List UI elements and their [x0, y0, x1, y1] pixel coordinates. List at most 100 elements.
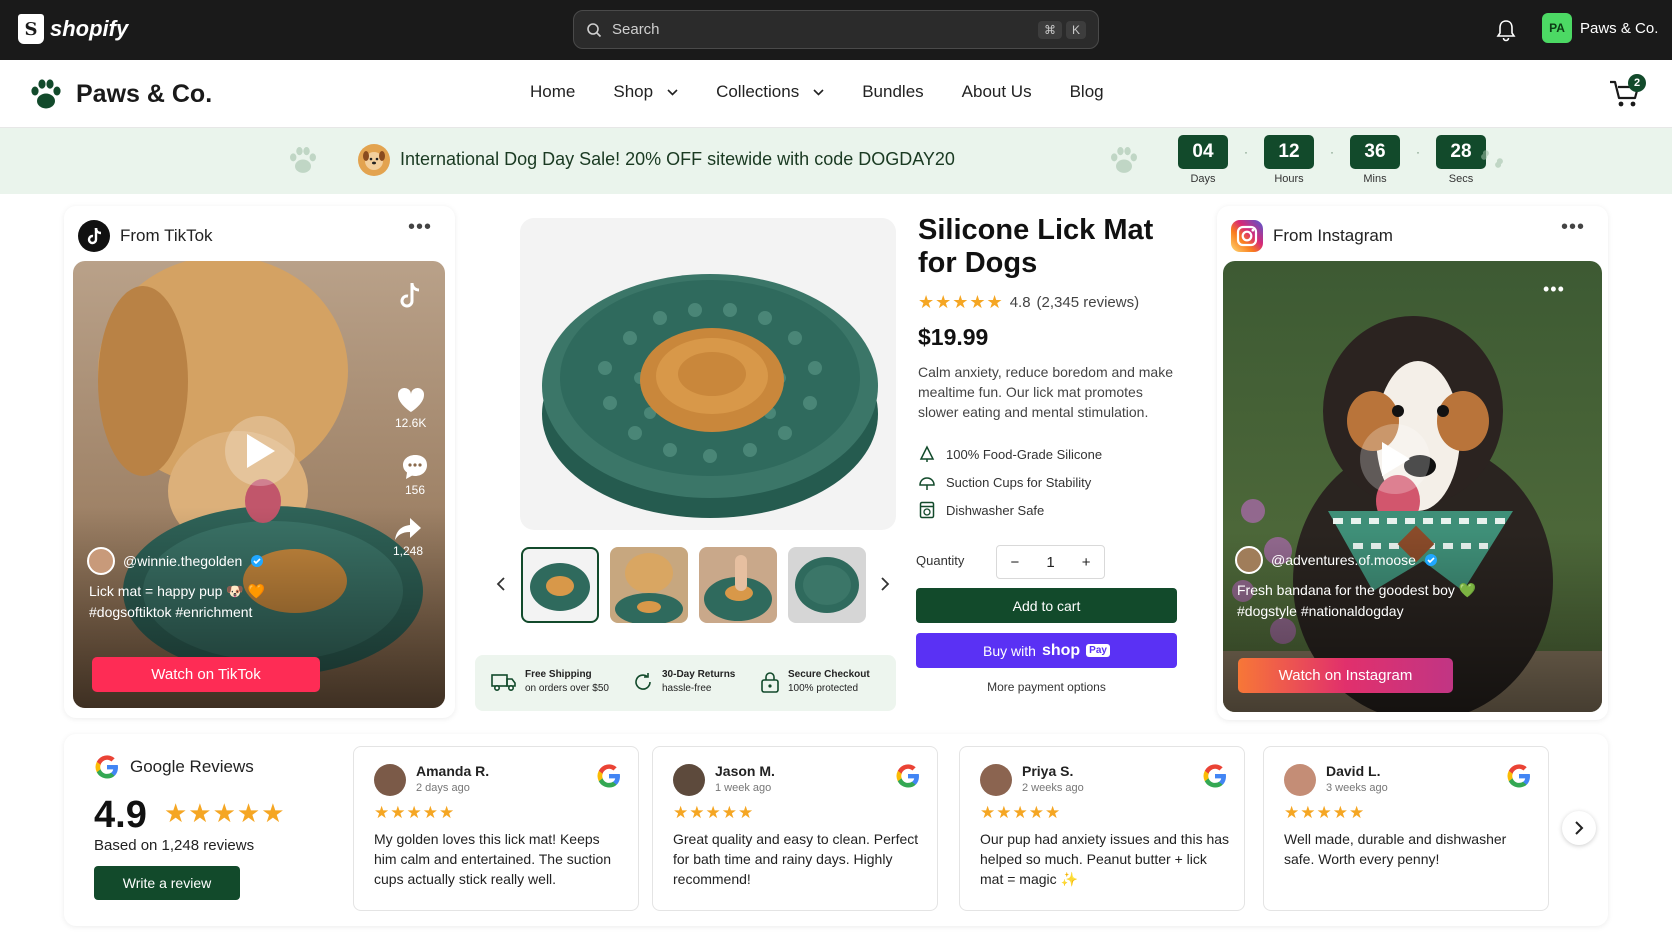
play-icon: [247, 434, 275, 468]
reviewer-avatar: [374, 764, 406, 796]
product-main-image[interactable]: [520, 218, 896, 530]
play-button[interactable]: [1360, 424, 1430, 494]
countdown-value: 36: [1350, 135, 1400, 169]
trust-free-shipping: Free Shipping on orders over $50: [491, 668, 609, 696]
reviewer-avatar: [980, 764, 1012, 796]
shop-pay-wordmark: shop: [1041, 641, 1081, 659]
thumb-mat-top-view: [530, 563, 590, 611]
dishwasher-icon: [919, 501, 935, 519]
decrease-quantity-button[interactable]: −: [1011, 554, 1020, 571]
review-text: My golden loves this lick mat! Keeps him…: [374, 831, 612, 887]
countdown-separator: ·: [1244, 145, 1248, 159]
shopify-logo[interactable]: S shopify: [18, 14, 128, 44]
admin-search-input[interactable]: Search ⌘ K: [573, 10, 1099, 49]
command-key: ⌘: [1037, 20, 1062, 39]
promo-text: International Dog Day Sale! 20% OFF site…: [400, 149, 955, 169]
share-action[interactable]: 1,248: [393, 516, 423, 558]
tiktok-video[interactable]: 12.6K 156 1,248 @winnie.thegolden Lick m…: [73, 261, 445, 708]
add-to-cart-button[interactable]: Add to cart: [916, 588, 1177, 623]
reviews-title: Google Reviews: [130, 757, 254, 776]
like-action[interactable]: 12.6K: [395, 386, 426, 430]
instagram-logo-icon: [1231, 220, 1263, 252]
tiktok-card: From TikTok ••• 12.6K 156 1,248 @winnie.…: [64, 206, 455, 718]
nav-collections[interactable]: Collections: [716, 82, 824, 102]
product-thumbnail[interactable]: [521, 547, 599, 623]
review-card[interactable]: Priya S. 2 weeks ago ★★★★★ Our pup had a…: [959, 746, 1245, 911]
video-more-icon[interactable]: •••: [1543, 279, 1565, 300]
quantity-value[interactable]: 1: [1046, 554, 1054, 571]
caption-line: Lick mat = happy pup 🐶 🧡: [89, 583, 266, 599]
watch-on-tiktok-button[interactable]: Watch on TikTok: [92, 657, 320, 692]
main-nav: Home Shop Collections Bundles About Us B…: [530, 82, 1104, 102]
countdown-value: 12: [1264, 135, 1314, 169]
notification-bell-icon[interactable]: [1495, 18, 1517, 42]
thumbs-prev-arrow-icon[interactable]: [496, 576, 506, 592]
review-time: 2 days ago: [416, 782, 470, 794]
comment-icon: [403, 455, 427, 479]
quantity-stepper[interactable]: − 1 +: [996, 545, 1105, 579]
nav-about-us[interactable]: About Us: [962, 82, 1032, 102]
trust-secure: Secure Checkout 100% protected: [760, 668, 870, 696]
promo-banner: International Dog Day Sale! 20% OFF site…: [0, 128, 1672, 194]
thumb-dog-licking: [615, 553, 683, 623]
brand-logo[interactable]: Paws & Co.: [28, 76, 212, 112]
sale-countdown: 04 Days · 12 Hours · 36 Mins · 28 Secs: [1178, 135, 1486, 185]
creator-handle[interactable]: @winnie.thegolden: [87, 547, 264, 575]
product-thumbnail[interactable]: [788, 547, 866, 623]
caption-hashtags: #dogsoftiktok #enrichment: [89, 604, 253, 620]
feature-label: 100% Food-Grade Silicone: [946, 446, 1103, 462]
increase-quantity-button[interactable]: +: [1082, 554, 1091, 571]
review-count: (2,345 reviews): [1036, 294, 1140, 311]
review-star-icons: ★★★★★: [980, 803, 1062, 822]
reviewer-avatar: [1284, 764, 1316, 796]
tiktok-title: From TikTok: [120, 226, 213, 245]
thumb-spreading-food: [704, 555, 772, 621]
tiktok-logo-icon: [78, 220, 110, 252]
thumbs-next-arrow-icon[interactable]: [880, 576, 890, 592]
store-avatar: PA: [1542, 13, 1572, 43]
reviews-next-button[interactable]: [1562, 811, 1596, 845]
creator-handle[interactable]: @adventures.of.moose: [1235, 546, 1438, 574]
countdown-mins: 36 Mins: [1350, 135, 1400, 185]
review-card[interactable]: David L. 3 weeks ago ★★★★★ Well made, du…: [1263, 746, 1549, 911]
play-button[interactable]: [225, 416, 295, 486]
product-rating[interactable]: ★★★★★ 4.8 (2,345 reviews): [918, 292, 1139, 313]
watch-on-instagram-button[interactable]: Watch on Instagram: [1238, 658, 1453, 693]
review-card[interactable]: Jason M. 1 week ago ★★★★★ Great quality …: [652, 746, 938, 911]
shopify-admin-bar: S shopify Search ⌘ K PA Paws & Co.: [0, 0, 1672, 60]
store-switcher[interactable]: PA Paws & Co.: [1542, 13, 1658, 43]
instagram-header: From Instagram: [1231, 220, 1393, 252]
thumb-mat-empty: [795, 557, 859, 613]
write-review-button[interactable]: Write a review: [94, 866, 240, 900]
trust-sub: hassle-free: [662, 683, 712, 694]
more-options-icon[interactable]: •••: [1561, 216, 1585, 239]
paw-logo-icon: [31, 79, 61, 109]
instagram-video[interactable]: ••• @adventures.of.moose Fresh bandana f…: [1223, 261, 1602, 712]
comment-action[interactable]: 156: [401, 453, 429, 497]
nav-blog[interactable]: Blog: [1070, 82, 1104, 102]
nav-home[interactable]: Home: [530, 82, 575, 102]
shop-pay-badge: Pay: [1086, 644, 1110, 657]
shopify-bag-icon: S: [18, 14, 44, 44]
video-caption: Fresh bandana for the goodest boy 💚 #dog…: [1237, 580, 1476, 622]
rating-value: 4.8: [1009, 294, 1031, 311]
more-payment-options-link[interactable]: More payment options: [916, 680, 1177, 694]
countdown-days: 04 Days: [1178, 135, 1228, 185]
more-options-icon[interactable]: •••: [408, 216, 432, 239]
nav-shop[interactable]: Shop: [613, 82, 678, 102]
countdown-label: Days: [1190, 173, 1216, 185]
review-card[interactable]: Amanda R. 2 days ago ★★★★★ My golden lov…: [353, 746, 639, 911]
comment-count: 156: [404, 483, 426, 497]
creator-handle-text: @winnie.thegolden: [123, 553, 243, 569]
shop-pay-button[interactable]: Buy with shop Pay: [916, 633, 1177, 668]
trust-title: 30-Day Returns: [662, 669, 736, 680]
product-thumbnail[interactable]: [699, 547, 777, 623]
instagram-title: From Instagram: [1273, 226, 1393, 245]
product-title: Silicone Lick Mat for Dogs: [918, 214, 1154, 279]
leaf-icon: [919, 445, 935, 462]
product-thumbnail[interactable]: [610, 547, 688, 623]
trust-title: Secure Checkout: [788, 669, 870, 680]
tiktok-watermark-icon: [400, 282, 420, 308]
review-time: 1 week ago: [715, 782, 772, 794]
nav-bundles[interactable]: Bundles: [862, 82, 923, 102]
